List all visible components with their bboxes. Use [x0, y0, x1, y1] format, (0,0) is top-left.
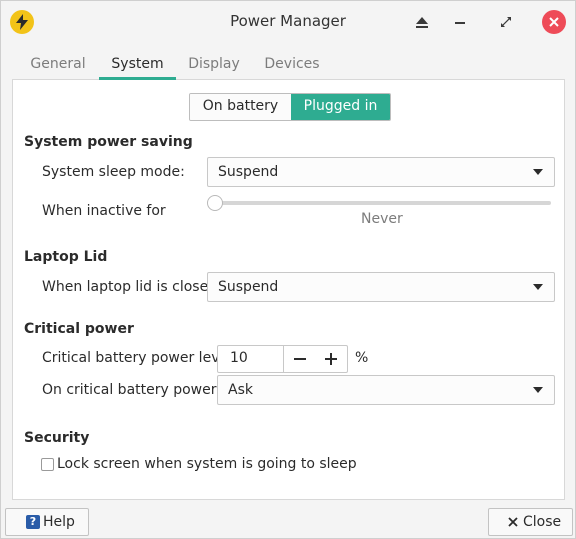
- minimize-icon[interactable]: [448, 10, 472, 34]
- tab-bar: General System Display Devices: [12, 50, 565, 80]
- on-battery-button[interactable]: On battery: [190, 94, 291, 120]
- tab-devices[interactable]: Devices: [256, 50, 328, 80]
- help-button[interactable]: ? Help: [5, 508, 89, 536]
- critical-level-stepper: 10: [217, 345, 348, 373]
- inactive-slider-track[interactable]: [214, 201, 551, 205]
- critical-power-heading: Critical power: [24, 321, 134, 337]
- window-title: Power Manager: [230, 12, 346, 30]
- plugged-in-button[interactable]: Plugged in: [291, 94, 390, 120]
- critical-action-value: Ask: [228, 382, 253, 398]
- lid-closed-label: When laptop lid is closed:: [42, 279, 222, 295]
- tab-general[interactable]: General: [22, 50, 94, 80]
- security-heading: Security: [24, 430, 90, 446]
- help-button-label: Help: [43, 514, 75, 530]
- close-button[interactable]: Close: [488, 508, 573, 536]
- maximize-icon[interactable]: [494, 10, 518, 34]
- system-tab-panel: On battery Plugged in System power savin…: [12, 80, 565, 500]
- power-source-toggle: On battery Plugged in: [189, 93, 391, 121]
- critical-action-label: On critical battery power:: [42, 382, 221, 398]
- system-sleep-mode-select[interactable]: Suspend: [207, 157, 555, 187]
- system-sleep-mode-label: System sleep mode:: [42, 164, 185, 180]
- critical-action-select[interactable]: Ask: [217, 375, 555, 405]
- eject-icon[interactable]: [410, 10, 434, 34]
- plus-icon: [324, 353, 337, 365]
- decrement-button[interactable]: [284, 346, 315, 372]
- system-power-saving-heading: System power saving: [24, 134, 193, 150]
- title-bar: Power Manager: [1, 1, 575, 43]
- critical-level-unit: %: [355, 350, 369, 366]
- tab-system[interactable]: System: [99, 50, 176, 80]
- chevron-down-icon: [533, 169, 543, 175]
- critical-level-input[interactable]: 10: [218, 346, 284, 372]
- power-manager-window: Power Manager General System Display Dev…: [0, 0, 576, 539]
- chevron-down-icon: [533, 387, 543, 393]
- lid-closed-value: Suspend: [218, 279, 279, 295]
- system-sleep-mode-value: Suspend: [218, 164, 279, 180]
- close-icon: [508, 517, 518, 527]
- when-inactive-label: When inactive for: [42, 203, 166, 219]
- inactive-slider-handle[interactable]: [207, 195, 223, 211]
- lightning-bolt-icon: [10, 10, 34, 34]
- close-window-button[interactable]: [542, 10, 566, 34]
- inactive-slider-value: Never: [361, 211, 403, 227]
- critical-level-label: Critical battery power level:: [42, 350, 237, 366]
- minus-icon: [293, 358, 306, 360]
- lid-closed-select[interactable]: Suspend: [207, 272, 555, 302]
- close-button-label: Close: [523, 514, 562, 530]
- help-icon: ?: [26, 515, 40, 529]
- chevron-down-icon: [533, 284, 543, 290]
- close-icon: [549, 17, 559, 27]
- lock-screen-label[interactable]: Lock screen when system is going to slee…: [57, 456, 357, 472]
- tab-display[interactable]: Display: [180, 50, 248, 80]
- laptop-lid-heading: Laptop Lid: [24, 249, 108, 265]
- lock-screen-checkbox[interactable]: [41, 458, 54, 471]
- increment-button[interactable]: [315, 346, 346, 372]
